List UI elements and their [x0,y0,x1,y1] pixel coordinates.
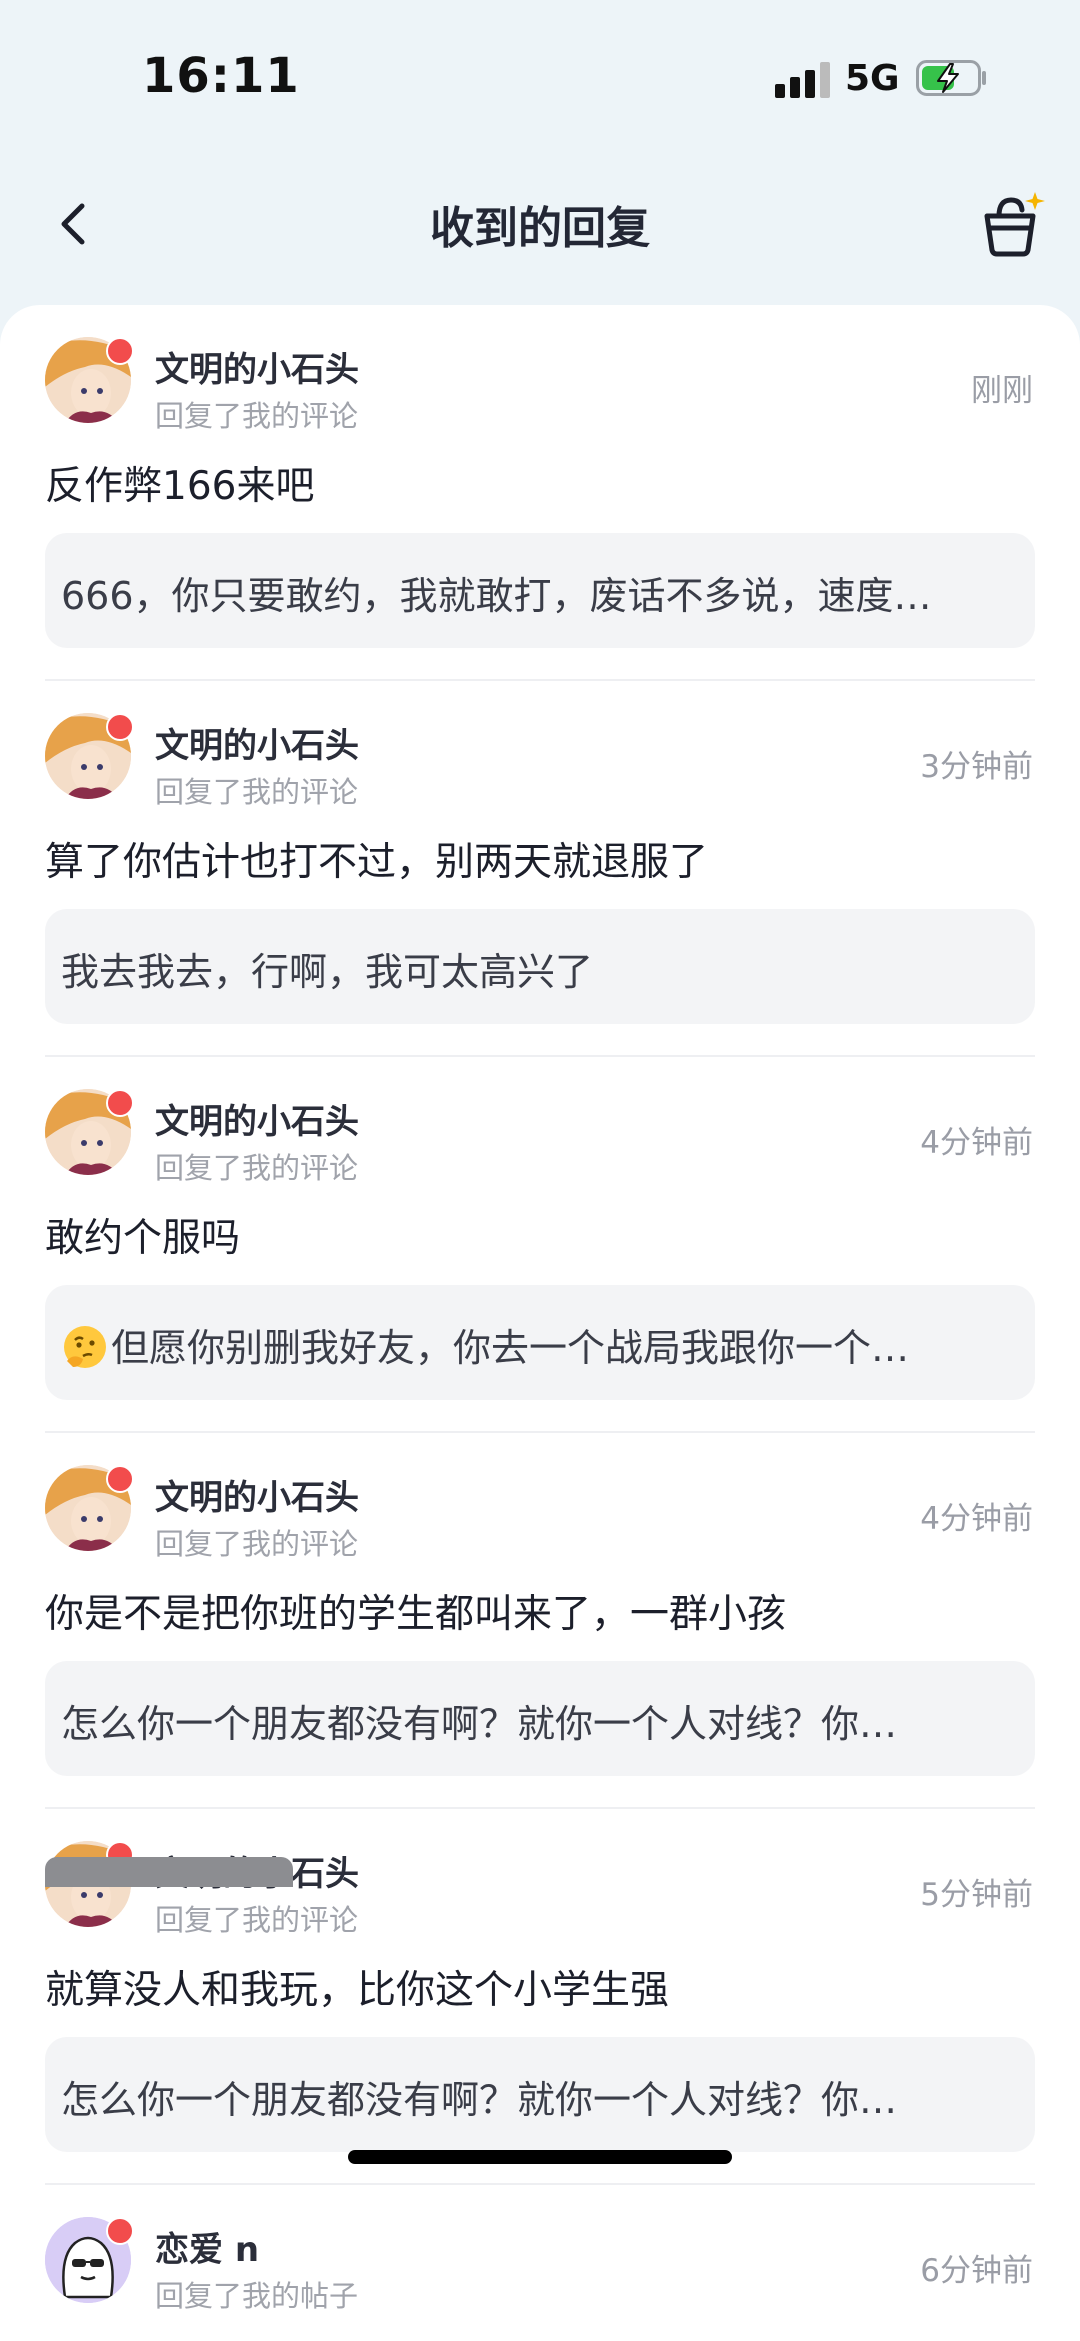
reply-text[interactable]: 就算没人和我玩，比你这个小学生强 [45,1959,669,2015]
timestamp: 刚刚 [971,373,1033,409]
nav-bar: 收到的回复 [0,170,1080,280]
timestamp: 3分钟前 [920,749,1033,785]
unread-dot [106,2217,134,2245]
thinking-face-icon [64,1326,106,1368]
page-title: 收到的回复 [430,203,650,254]
username[interactable]: 文明的小石头 [155,1470,359,1519]
list-item[interactable]: 文明的小石头 回复了我的评论 3分钟前 算了你估计也打不过，别两天就退服了 我去… [0,681,1080,1057]
username[interactable]: 文明的小石头 [155,342,359,391]
action-label: 回复了我的评论 [155,1151,359,1185]
username[interactable]: 文明的小石头 [155,1094,359,1143]
username[interactable]: 恋爱 n [155,2222,259,2271]
list-item[interactable]: 文明的小石头 回复了我的评论 4分钟前 敢约个服吗 但愿你别删我好友，你去一个战… [0,1057,1080,1433]
list-item[interactable]: 恋爱 n 回复了我的帖子 6分钟前 [0,2185,1080,2341]
battery-charging-icon [916,60,986,96]
status-bar: 16:11 5G [0,0,1080,160]
username[interactable]: 文明的小石头 [155,718,359,767]
unread-dot [106,1089,134,1117]
quoted-comment-text-row: 但愿你别删我好友，你去一个战局我跟你一个… [61,1317,1011,1372]
clear-basket-icon[interactable] [975,188,1047,260]
quoted-comment-text: 666，你只要敢约，我就敢打，废话不多说，速度… [61,574,932,618]
unread-dot [106,713,134,741]
quoted-comment-text: 我去我去，行啊，我可太高兴了 [61,950,594,994]
home-indicator[interactable] [348,2150,732,2164]
reply-text[interactable]: 你是不是把你班的学生都叫来了，一群小孩 [45,1583,786,1639]
post-thumbnail[interactable] [45,1857,293,1887]
quoted-comment-text: 但愿你别删我好友，你去一个战局我跟你一个… [111,1326,910,1370]
action-label: 回复了我的帖子 [155,2279,359,2313]
timestamp: 4分钟前 [920,1125,1033,1161]
list-item[interactable]: 文明的小石头 回复了我的评论 刚刚 反作弊166来吧 666，你只要敢约，我就敢… [0,305,1080,681]
quoted-comment[interactable]: 怎么你一个朋友都没有啊？就你一个人对线？你… [45,1661,1035,1776]
quoted-comment[interactable]: 但愿你别删我好友，你去一个战局我跟你一个… [45,1285,1035,1400]
quoted-comment-text: 怎么你一个朋友都没有啊？就你一个人对线？你… [61,2078,898,2122]
unread-dot [106,1465,134,1493]
unread-dot [106,337,134,365]
quoted-comment[interactable]: 我去我去，行啊，我可太高兴了 [45,909,1035,1024]
action-label: 回复了我的评论 [155,399,359,433]
timestamp: 5分钟前 [920,1877,1033,1913]
action-label: 回复了我的评论 [155,1903,359,1937]
reply-text[interactable]: 反作弊166来吧 [45,455,314,511]
reply-list: 文明的小石头 回复了我的评论 刚刚 反作弊166来吧 666，你只要敢约，我就敢… [0,305,1080,2341]
signal-icon [775,62,831,98]
timestamp: 4分钟前 [920,1501,1033,1537]
reply-text[interactable]: 敢约个服吗 [45,1207,240,1263]
quoted-comment-text: 怎么你一个朋友都没有啊？就你一个人对线？你… [61,1702,898,1746]
reply-text[interactable]: 算了你估计也打不过，别两天就退服了 [45,831,708,887]
status-time: 16:11 [142,48,300,104]
list-item[interactable]: 文明的小石头 回复了我的评论 4分钟前 你是不是把你班的学生都叫来了，一群小孩 … [0,1433,1080,1809]
timestamp: 6分钟前 [920,2253,1033,2289]
network-type: 5G [845,58,900,99]
action-label: 回复了我的评论 [155,775,359,809]
quoted-comment[interactable]: 666，你只要敢约，我就敢打，废话不多说，速度… [45,533,1035,648]
quoted-comment[interactable]: 怎么你一个朋友都没有啊？就你一个人对线？你… [45,2037,1035,2152]
action-label: 回复了我的评论 [155,1527,359,1561]
